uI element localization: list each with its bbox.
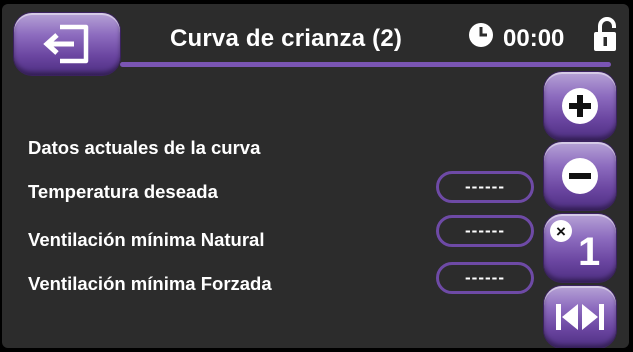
skip-prev-icon [556, 304, 578, 330]
multiplier-value: 1 [578, 230, 601, 274]
skip-next-icon [582, 304, 604, 330]
label-current-curve-data: Datos actuales de la curva [28, 137, 261, 158]
plus-icon [562, 88, 598, 124]
label-target-temperature: Temperatura deseada [28, 181, 218, 202]
target-temperature-field[interactable]: ------ [436, 171, 534, 203]
back-button[interactable] [14, 13, 120, 75]
unlock-icon[interactable] [592, 17, 620, 53]
clock-time: 00:00 [503, 25, 565, 52]
label-min-ventilation-forced: Ventilación mínima Forzada [28, 273, 272, 294]
title-underline [120, 62, 611, 67]
multiplier-badge: × [550, 220, 572, 242]
clock-icon [469, 23, 493, 47]
skip-navigation-button[interactable] [544, 286, 616, 348]
screen: Curva de crianza (2) 00:00 Datos actuale… [2, 4, 629, 348]
decrease-button[interactable] [544, 142, 616, 210]
back-exit-icon [43, 24, 89, 64]
min-ventilation-forced-field[interactable]: ------ [436, 262, 534, 294]
multiplier-button[interactable]: × 1 [544, 214, 616, 282]
min-ventilation-natural-field[interactable]: ------ [436, 215, 534, 247]
minus-icon [562, 158, 598, 194]
label-min-ventilation-natural: Ventilación mínima Natural [28, 229, 265, 250]
page-title: Curva de crianza (2) [170, 25, 403, 52]
increase-button[interactable] [544, 72, 616, 140]
